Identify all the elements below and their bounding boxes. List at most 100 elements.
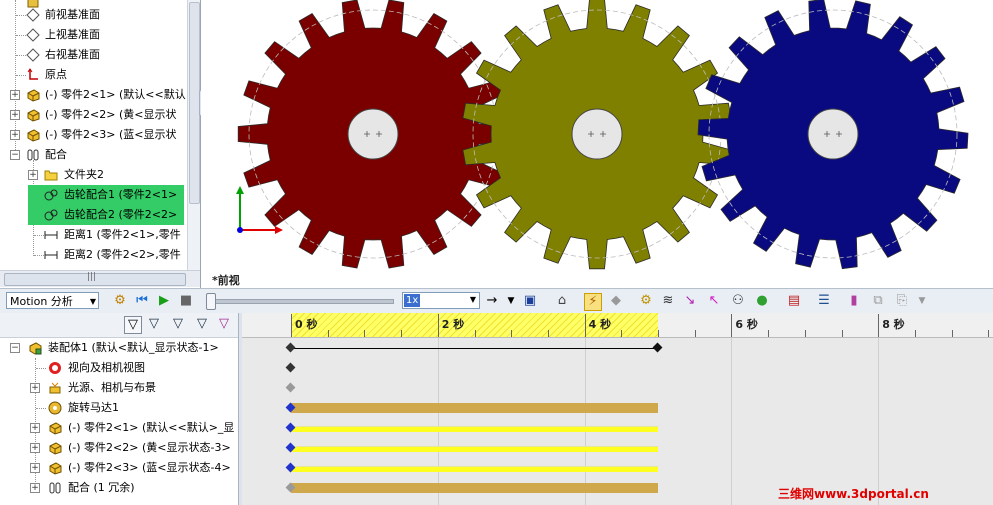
scroll-thumb[interactable]: ||| [4,272,186,286]
triad-z-axis [237,227,243,233]
motion-tree-item[interactable]: 视向及相机视图 [0,358,238,378]
gear-3[interactable] [697,0,969,270]
contact-icon[interactable]: ⚇ [730,293,746,309]
collapse-icon[interactable]: − [10,343,20,353]
timeline-tick [291,314,292,337]
timeline-gridline [878,338,880,505]
expand-icon[interactable]: + [10,90,20,100]
spring-icon[interactable]: ≋ [660,293,676,309]
motion-tree-item[interactable]: 旋转马达1 [0,398,238,418]
motor-icon[interactable]: ⚙ [638,293,654,309]
tree-item-part-1[interactable]: + (-) 零件2<1> (默认<<默认 [0,85,200,105]
plane-icon [26,48,40,62]
expand-icon[interactable]: + [30,383,40,393]
study-properties-icon[interactable]: ☰ [816,293,832,309]
tree-item-label: 原点 [45,68,67,81]
play-icon[interactable]: ▶ [156,293,172,309]
filter-selected-icon[interactable]: ▽ [194,316,210,332]
calculate-icon[interactable]: ⚙ [112,293,128,309]
gear-2[interactable] [462,0,732,270]
chevron-down-icon[interactable]: ▼ [503,293,519,309]
autokey-icon[interactable]: ⚡ [584,293,602,311]
tree-item-label: 前视基准面 [45,8,100,21]
damper-icon[interactable]: ↘ [682,293,698,309]
force-icon[interactable]: ↖ [706,293,722,309]
timeline-duration-bar[interactable] [291,403,658,413]
gear-bore [807,108,859,160]
tree-connector [34,235,44,236]
timeline-gridline [437,338,439,505]
study-type-select[interactable]: Motion 分析 ▼ [6,292,99,309]
timeline-gridline [584,338,586,505]
stop-icon[interactable]: ■ [178,293,194,309]
tree-horizontal-scrollbar[interactable]: ||| [0,270,200,287]
animation-wizard-icon[interactable]: ⌂ [554,293,570,309]
motion-tree-item[interactable]: + (-) 零件2<3> (蓝<显示状态-4> [0,458,238,478]
folder-icon [44,168,58,182]
tree-item-gear-mate-2[interactable]: 齿轮配合2 (零件2<2> [28,205,184,225]
motion-tree-item[interactable]: + (-) 零件2<1> (默认<<默认>_显 [0,418,238,438]
tree-item-folder[interactable]: + 文件夹2 [0,165,200,185]
gravity-icon[interactable]: ● [754,293,770,309]
timeline-tick [474,330,476,337]
chart-icon[interactable]: ▮ [846,293,862,309]
timeline-tick [914,330,916,337]
expand-icon[interactable]: + [10,110,20,120]
timeline-tick [437,314,439,337]
tree-item-part-3[interactable]: + (-) 零件2<3> (蓝<显示状 [0,125,200,145]
simulation-setup-icon[interactable]: ⧉ [870,293,886,309]
tree-item-origin[interactable]: 原点 [0,65,200,85]
tree-vertical-scrollbar[interactable] [187,0,200,270]
study-type-value: Motion 分析 [10,295,73,308]
filter-animated-icon[interactable]: ▽ [146,316,162,332]
filter-driving-icon[interactable]: ▽ [170,316,186,332]
tree-item-part-2[interactable]: + (-) 零件2<2> (黄<显示状 [0,105,200,125]
tree-item-gear-mate-1[interactable]: 齿轮配合1 (零件2<1> [28,185,184,205]
tree-item-label: 上视基准面 [45,28,100,41]
results-plots-icon[interactable]: ▤ [786,293,802,309]
timeline-change-bar[interactable] [291,445,658,452]
tree-item-front-plane[interactable]: 前视基准面 [0,5,200,25]
expand-icon[interactable]: + [30,423,40,433]
motion-tree-item-label: (-) 零件2<2> (黄<显示状态-3> [68,441,231,454]
filter-results-icon[interactable]: ▽ [216,316,232,332]
play-from-start-icon[interactable]: ⏮ [134,293,150,309]
tree-connector [16,75,26,76]
expand-icon[interactable]: + [30,443,40,453]
gear-mate-icon [44,208,58,222]
tree-item-distance-1[interactable]: 距离1 (零件2<1>,零件 [0,225,200,245]
playback-mode-icon[interactable]: → [484,293,500,309]
tree-item-top-plane[interactable]: 上视基准面 [0,25,200,45]
tree-connector [36,368,46,369]
gear-mate-icon [44,188,58,202]
time-bar[interactable] [291,348,658,349]
expand-icon[interactable]: + [30,463,40,473]
collapse-icon[interactable]: − [10,150,20,160]
playback-slider-thumb[interactable] [206,293,216,310]
motion-tree-item[interactable]: − 装配体1 (默认<默认_显示状态-1> [0,338,238,358]
playback-speed-select[interactable]: 1x ▼ [402,292,480,309]
timeline-change-bar[interactable] [291,465,658,472]
motion-tree-item[interactable]: + 配合 (1 冗余) [0,478,238,498]
motion-manager-toolbar: Motion 分析 ▼ ⚙ ⏮ ▶ ■ 1x ▼ → ▼ ▣ ⌂ ⚡ ◆ ⚙ ≋… [0,288,993,314]
playback-slider-track[interactable] [210,299,394,304]
timeline-tick-label: 2 秒 [441,318,465,331]
motion-tree-item[interactable]: + (-) 零件2<2> (黄<显示状态-3> [0,438,238,458]
filter-icon[interactable]: ▽ [124,316,142,334]
motion-tree-item[interactable]: + 光源、相机与布景 [0,378,238,398]
timeline-duration-bar[interactable] [291,483,658,493]
expand-icon[interactable]: + [28,170,38,180]
expand-icon[interactable]: + [10,130,20,140]
expand-icon[interactable]: + [30,483,40,493]
copy-icon[interactable]: ⎘ [894,293,910,309]
graphics-viewport[interactable] [201,0,993,288]
save-animation-icon[interactable]: ▣ [522,293,538,309]
tree-item-right-plane[interactable]: 右视基准面 [0,45,200,65]
tree-item-distance-2[interactable]: 距离2 (零件2<2>,零件 [0,245,200,265]
chevron-down-icon[interactable]: ▼ [914,293,930,309]
timeline-tick [401,330,403,337]
add-key-icon[interactable]: ◆ [608,293,624,309]
tree-item-mates[interactable]: − 配合 [0,145,200,165]
timeline-tick [327,330,329,337]
timeline-change-bar[interactable] [291,425,658,432]
